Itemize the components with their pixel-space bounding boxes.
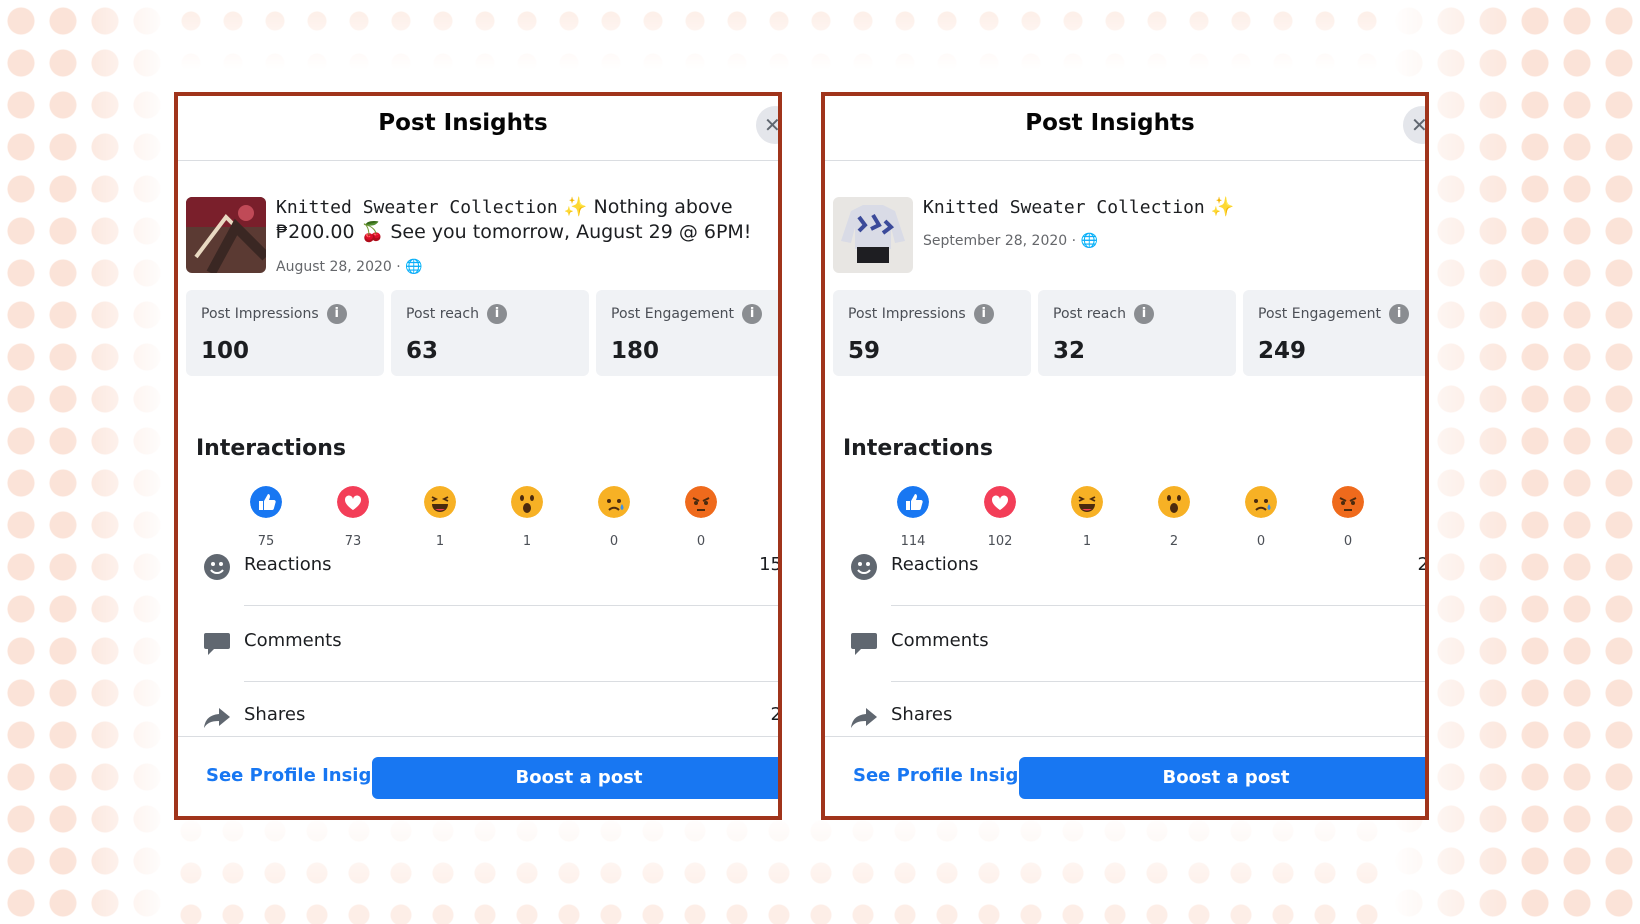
sad-icon	[1245, 486, 1277, 518]
boost-post-button[interactable]: Boost a post	[1019, 757, 1425, 799]
decorative-dots-bottom	[170, 810, 1390, 924]
love-icon	[337, 486, 369, 518]
info-icon[interactable]: i	[1389, 304, 1410, 324]
post-date-text: August 28, 2020 ·	[276, 259, 401, 275]
stat-value: 249	[1258, 338, 1307, 364]
panel-header: Post Insights ✕	[178, 96, 778, 161]
stat-value: 180	[611, 338, 660, 364]
globe-icon: 🌐	[405, 259, 423, 275]
haha-icon	[1071, 486, 1103, 518]
metric-value: 15	[759, 554, 782, 575]
interactions-title: Interactions	[843, 436, 993, 461]
post-summary: Knitted Sweater Collection ✨ Nothing abo…	[178, 161, 778, 291]
post-date-text: September 28, 2020 ·	[923, 233, 1077, 249]
angry-icon	[685, 486, 717, 518]
interactions-title: Interactions	[196, 436, 346, 461]
stat-label: Post Impressions	[201, 306, 319, 322]
post-summary: Knitted Sweater Collection ✨ September 2…	[825, 161, 1425, 291]
metric-label: Comments	[244, 630, 342, 651]
decorative-dots-left	[0, 0, 170, 924]
close-icon: ✕	[1411, 113, 1428, 137]
stat-label: Post Engagement	[611, 306, 735, 322]
share-icon	[204, 708, 230, 728]
decorative-dots-top	[170, 0, 1390, 70]
stat-card-engagement: Post Engagement i 249	[1243, 290, 1425, 376]
metric-row-comments[interactable]: Comments	[196, 606, 778, 682]
info-icon[interactable]: i	[973, 304, 994, 324]
wow-icon	[511, 486, 543, 518]
post-thumbnail	[833, 197, 913, 273]
love-icon	[984, 486, 1016, 518]
panel-title: Post Insights	[378, 110, 548, 136]
close-button[interactable]: ✕	[756, 106, 781, 144]
post-title-name: Knitted Sweater Collection	[923, 197, 1205, 218]
sparkle-icon: ✨	[563, 196, 588, 218]
stat-value: 59	[848, 338, 881, 364]
stat-card-reach: Post reach i 63	[391, 290, 589, 376]
post-thumbnail	[186, 197, 266, 273]
post-date: August 28, 2020 · 🌐	[276, 259, 423, 275]
stat-label: Post reach	[1053, 306, 1126, 322]
metric-label: Reactions	[891, 554, 979, 575]
sparkle-icon: ✨	[1210, 196, 1235, 218]
comment-icon	[204, 633, 230, 655]
stat-label: Post Impressions	[848, 306, 966, 322]
share-icon	[851, 708, 877, 728]
post-insights-panel: Post Insights ✕ Knitted Sweater Collecti…	[821, 92, 1429, 820]
metric-label: Shares	[244, 704, 306, 725]
comment-icon	[851, 633, 877, 655]
metric-label: Comments	[891, 630, 989, 651]
post-title: Knitted Sweater Collection ✨	[923, 195, 1413, 220]
globe-icon: 🌐	[1080, 233, 1098, 249]
stat-card-engagement: Post Engagement i 180	[596, 290, 778, 376]
wow-icon	[1158, 486, 1190, 518]
stat-value: 100	[201, 338, 250, 364]
stat-cards: Post Impressions i 100 Post reach i 63 Pos…	[186, 290, 778, 376]
post-title-name: Knitted Sweater Collection	[276, 197, 558, 218]
haha-icon	[424, 486, 456, 518]
stat-card-impressions: Post Impressions i 100	[186, 290, 384, 376]
post-date: September 28, 2020 · 🌐	[923, 233, 1098, 249]
panel-footer: See Profile Insights Boost a post	[825, 736, 1425, 816]
info-icon[interactable]: i	[486, 304, 507, 324]
post-title-tail: See you tomorrow, August 29 @ 6PM!	[384, 221, 752, 243]
panel-footer: See Profile Insights Boost a post	[178, 736, 778, 816]
info-icon[interactable]: i	[742, 304, 763, 324]
angry-icon	[1332, 486, 1364, 518]
panel-header: Post Insights ✕	[825, 96, 1425, 161]
close-button[interactable]: ✕	[1403, 106, 1428, 144]
close-icon: ✕	[764, 113, 781, 137]
stat-card-impressions: Post Impressions i 59	[833, 290, 1031, 376]
like-icon	[250, 486, 282, 518]
metric-value: 2	[770, 704, 782, 725]
metric-label: Shares	[891, 704, 953, 725]
metric-label: Reactions	[244, 554, 332, 575]
smiley-icon	[204, 554, 230, 580]
sad-icon	[598, 486, 630, 518]
stat-card-reach: Post reach i 32	[1038, 290, 1236, 376]
info-icon[interactable]: i	[1133, 304, 1154, 324]
like-icon	[897, 486, 929, 518]
boost-post-button[interactable]: Boost a post	[372, 757, 778, 799]
stat-value: 63	[406, 338, 439, 364]
stat-value: 32	[1053, 338, 1086, 364]
stat-label: Post Engagement	[1258, 306, 1382, 322]
post-insights-panel: Post Insights ✕ Knitted Sweater Collecti…	[174, 92, 782, 820]
stat-label: Post reach	[406, 306, 479, 322]
metric-row-reactions[interactable]: Reactions 15	[196, 530, 778, 606]
metric-value: 2	[1417, 554, 1429, 575]
info-icon[interactable]: i	[326, 304, 347, 324]
panel-title: Post Insights	[1025, 110, 1195, 136]
smiley-icon	[851, 554, 877, 580]
cherry-icon: 🍒	[360, 221, 385, 243]
metric-row-comments[interactable]: Comments	[843, 606, 1425, 682]
post-title: Knitted Sweater Collection ✨ Nothing abo…	[276, 195, 766, 244]
stat-cards: Post Impressions i 59 Post reach i 32 Post…	[833, 290, 1425, 376]
metric-row-reactions[interactable]: Reactions 2	[843, 530, 1425, 606]
